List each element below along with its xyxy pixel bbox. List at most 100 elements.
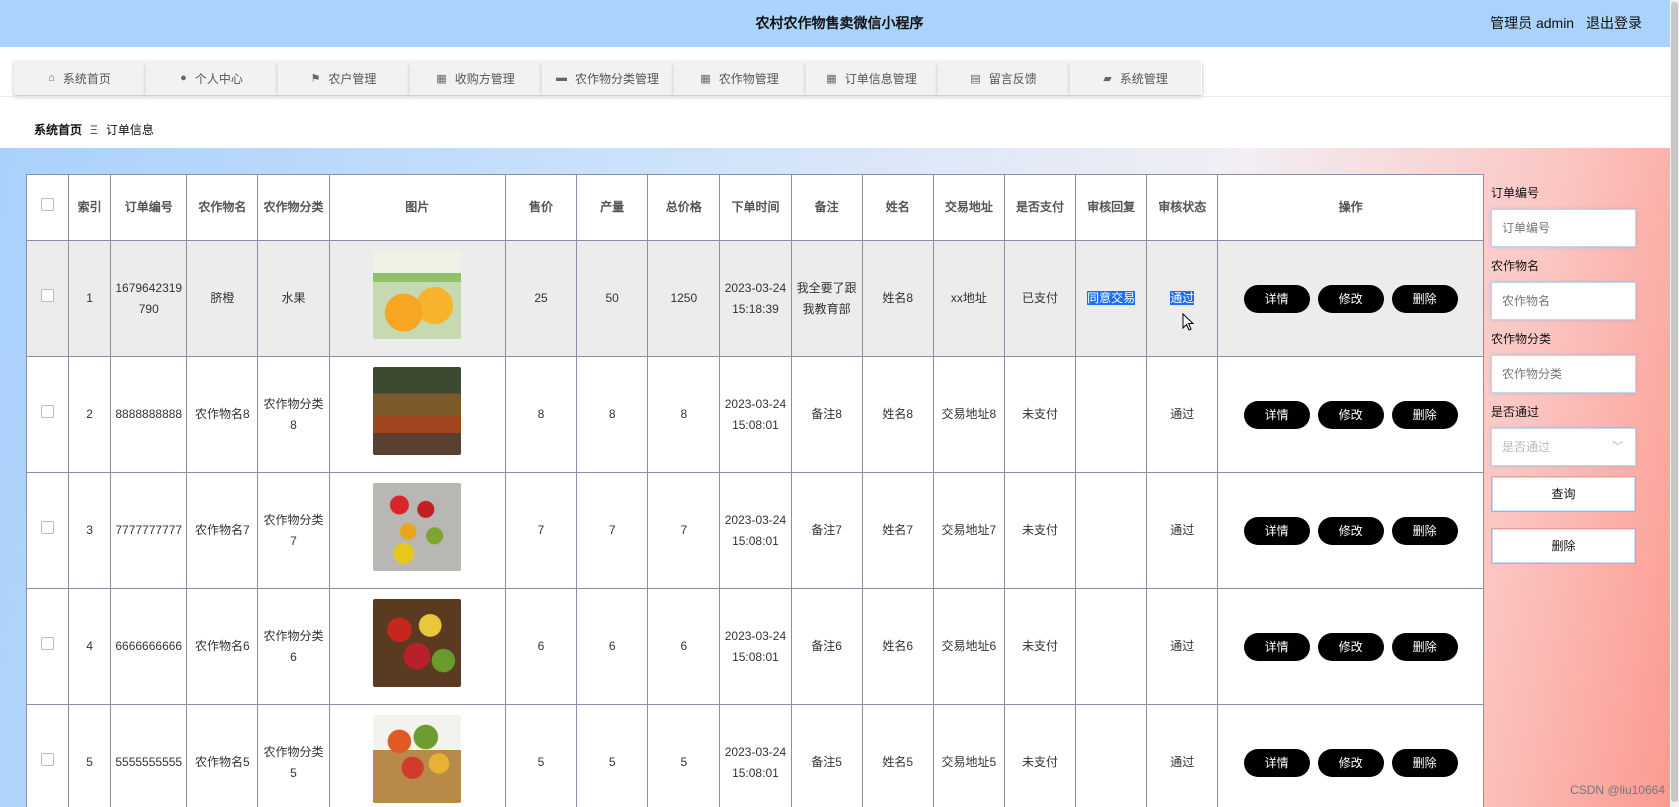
cell-reply: [1075, 472, 1148, 589]
table-row[interactable]: 5 5555555555 农作物名5 农作物分类5 5 5 5 2023-03-…: [26, 704, 1484, 807]
nav-item-buyers[interactable]: ▦ 收购方管理: [410, 61, 542, 95]
approved-select[interactable]: 是否通过 ﹀: [1491, 428, 1636, 466]
clipboard-icon: ▤: [970, 72, 981, 85]
column-header: 交易地址: [932, 174, 1005, 241]
detail-button[interactable]: 详情: [1243, 284, 1310, 313]
grid-icon: ▦: [700, 72, 711, 85]
edit-button[interactable]: 修改: [1317, 748, 1384, 777]
cell-actions: 详情 修改 删除: [1217, 588, 1484, 705]
cell-total: 1250: [647, 240, 721, 357]
select-all-checkbox[interactable]: [41, 198, 55, 211]
order-no-input[interactable]: [1491, 209, 1636, 247]
top-header: 农村农作物售卖微信小程序 管理员 admin 退出登录: [0, 0, 1670, 47]
row-select-cell: [26, 472, 70, 589]
row-select-cell: [26, 356, 70, 473]
column-header: 操作: [1217, 174, 1484, 241]
cell-address: 交易地址7: [932, 472, 1005, 589]
search-panel: 订单编号 农作物名 农作物分类 是否通过 是否通过 ﹀ 查询 删除: [1491, 174, 1636, 564]
cell-person: 姓名6: [861, 588, 934, 705]
cell-index: 2: [68, 356, 112, 473]
cell-person: 姓名7: [861, 472, 934, 589]
row-checkbox[interactable]: [41, 753, 55, 766]
grid-icon: ▦: [436, 72, 447, 85]
cell-order-no: 7777777777: [110, 472, 188, 589]
detail-button[interactable]: 详情: [1243, 632, 1310, 661]
cell-actions: 详情 修改 删除: [1217, 704, 1484, 807]
cell-index: 3: [68, 472, 112, 589]
column-header: 总价格: [647, 174, 721, 241]
batch-delete-button[interactable]: 删除: [1491, 528, 1636, 564]
cell-order-time: 2023-03-24 15:18:39: [719, 240, 792, 357]
cell-paid: 未支付: [1003, 356, 1077, 473]
delete-button[interactable]: 删除: [1391, 748, 1458, 777]
detail-button[interactable]: 详情: [1243, 516, 1310, 545]
crop-name-input[interactable]: [1491, 282, 1636, 320]
nav-item-home[interactable]: ⌂ 系统首页: [14, 61, 146, 95]
delete-button[interactable]: 删除: [1391, 632, 1458, 661]
cell-order-time: 2023-03-24 15:08:01: [719, 588, 792, 705]
edit-button[interactable]: 修改: [1317, 400, 1384, 429]
nav-item-crops[interactable]: ▦ 农作物管理: [674, 61, 806, 95]
edit-button[interactable]: 修改: [1317, 516, 1384, 545]
cell-crop-name: 农作物名7: [186, 472, 259, 589]
nav-item-crop-categories[interactable]: ▬ 农作物分类管理: [542, 61, 674, 95]
table-row[interactable]: 4 6666666666 农作物名6 农作物分类6 6 6 6 2023-03-…: [26, 588, 1484, 705]
cell-person: 姓名5: [861, 704, 934, 807]
cell-crop-name: 农作物名6: [186, 588, 259, 705]
breadcrumb-current: 订单信息: [105, 123, 154, 137]
delete-button[interactable]: 删除: [1391, 284, 1458, 313]
column-header: 农作物名: [186, 174, 259, 241]
delete-button[interactable]: 删除: [1391, 400, 1458, 429]
cell-category: 农作物分类5: [257, 704, 330, 807]
product-image-market: [373, 367, 462, 455]
nav-label: 农作物管理: [718, 71, 779, 86]
cell-crop-name: 农作物名5: [186, 704, 259, 807]
logout-link[interactable]: 退出登录: [1586, 15, 1642, 31]
tools-icon: ▰: [1103, 72, 1112, 85]
cell-image: [328, 704, 506, 807]
edit-button[interactable]: 修改: [1317, 632, 1384, 661]
crop-category-input[interactable]: [1491, 355, 1636, 393]
breadcrumb-home[interactable]: 系统首页: [34, 123, 82, 137]
edit-button[interactable]: 修改: [1317, 284, 1384, 313]
cell-category: 农作物分类8: [257, 356, 330, 473]
cell-qty: 6: [576, 588, 649, 705]
query-button[interactable]: 查询: [1491, 476, 1636, 512]
briefcase-icon: ▬: [555, 72, 567, 84]
breadcrumb: 系统首页 Ξ 订单信息: [34, 121, 154, 138]
cell-qty: 8: [576, 356, 649, 473]
delete-button[interactable]: 删除: [1391, 516, 1458, 545]
cell-paid: 未支付: [1003, 704, 1077, 807]
nav-item-profile[interactable]: ● 个人中心: [146, 61, 278, 95]
page-scrollbar[interactable]: [1670, 0, 1679, 807]
scrollbar-thumb[interactable]: [1671, 2, 1678, 802]
detail-button[interactable]: 详情: [1243, 400, 1310, 429]
table-row[interactable]: 1 1679642319790 脐橙 水果 25 50 1250 2023-03…: [26, 240, 1484, 357]
nav-item-orders[interactable]: ▦ 订单信息管理: [806, 61, 938, 95]
cell-price: 8: [504, 356, 578, 473]
product-image-peppers: [373, 483, 462, 571]
row-checkbox[interactable]: [41, 637, 55, 650]
column-header: 是否支付: [1003, 174, 1077, 241]
cell-price: 6: [504, 588, 578, 705]
table-header-row: 索引 订单编号 农作物名 农作物分类 图片 售价 产量 总价格 下单时间 备注 …: [26, 174, 1484, 241]
detail-button[interactable]: 详情: [1243, 748, 1310, 777]
cell-person: 姓名8: [861, 356, 934, 473]
cell-order-time: 2023-03-24 15:08:01: [719, 704, 792, 807]
watermark: CSDN @liu10664: [1570, 783, 1665, 797]
cell-total: 6: [647, 588, 721, 705]
row-checkbox[interactable]: [41, 405, 55, 418]
cell-actions: 详情 修改 删除: [1217, 356, 1484, 473]
table-row[interactable]: 3 7777777777 农作物名7 农作物分类7 7 7 7 2023-03-…: [26, 472, 1484, 589]
nav-item-feedback[interactable]: ▤ 留言反馈: [938, 61, 1070, 95]
cell-order-time: 2023-03-24 15:08:01: [719, 472, 792, 589]
nav-item-system[interactable]: ▰ 系统管理: [1070, 61, 1202, 95]
nav-item-farmers[interactable]: ⚑ 农户管理: [278, 61, 410, 95]
cell-note: 备注8: [790, 356, 863, 473]
orders-table: 索引 订单编号 农作物名 农作物分类 图片 售价 产量 总价格 下单时间 备注 …: [26, 174, 1484, 807]
row-checkbox[interactable]: [41, 289, 55, 302]
row-checkbox[interactable]: [41, 521, 55, 534]
orders-table-container: 索引 订单编号 农作物名 农作物分类 图片 售价 产量 总价格 下单时间 备注 …: [26, 174, 1484, 807]
cell-image: [328, 240, 506, 357]
table-row[interactable]: 2 8888888888 农作物名8 农作物分类8 8 8 8 2023-03-…: [26, 356, 1484, 473]
